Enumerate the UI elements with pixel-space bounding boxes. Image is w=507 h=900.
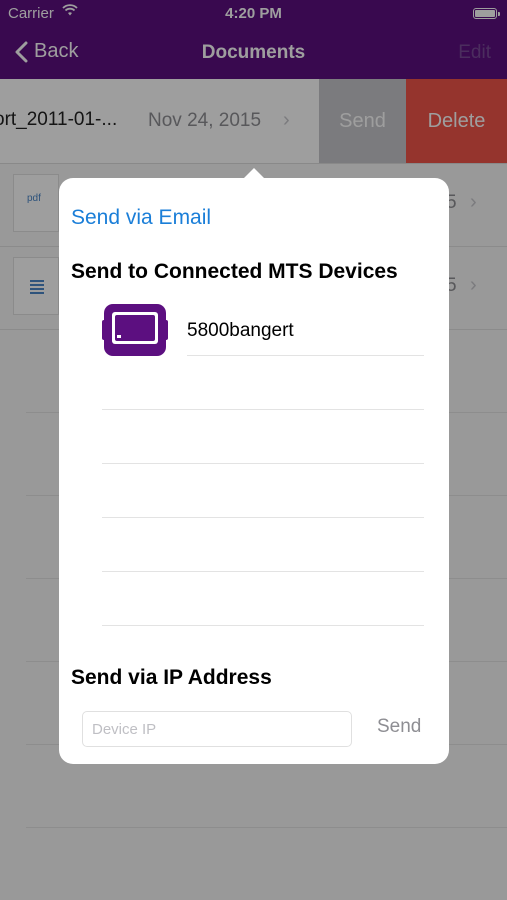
device-divider <box>187 355 424 356</box>
device-name: 5800bangert <box>187 320 294 341</box>
device-slot-divider <box>102 571 424 572</box>
device-row[interactable]: 5800bangert <box>102 302 424 358</box>
device-slot-divider <box>102 409 424 410</box>
mts-device-icon <box>102 304 168 356</box>
send-popover: Send via Email Send to Connected MTS Dev… <box>59 168 449 764</box>
connected-devices-title: Send to Connected MTS Devices <box>71 260 398 283</box>
device-slot-divider <box>102 517 424 518</box>
device-slot-divider <box>102 463 424 464</box>
popover-arrow <box>242 168 266 180</box>
ip-send-button[interactable]: Send <box>377 716 421 738</box>
send-via-email-link[interactable]: Send via Email <box>71 206 211 230</box>
device-ip-input[interactable] <box>82 711 352 747</box>
ip-address-title: Send via IP Address <box>71 666 272 689</box>
device-slot-divider <box>102 625 424 626</box>
